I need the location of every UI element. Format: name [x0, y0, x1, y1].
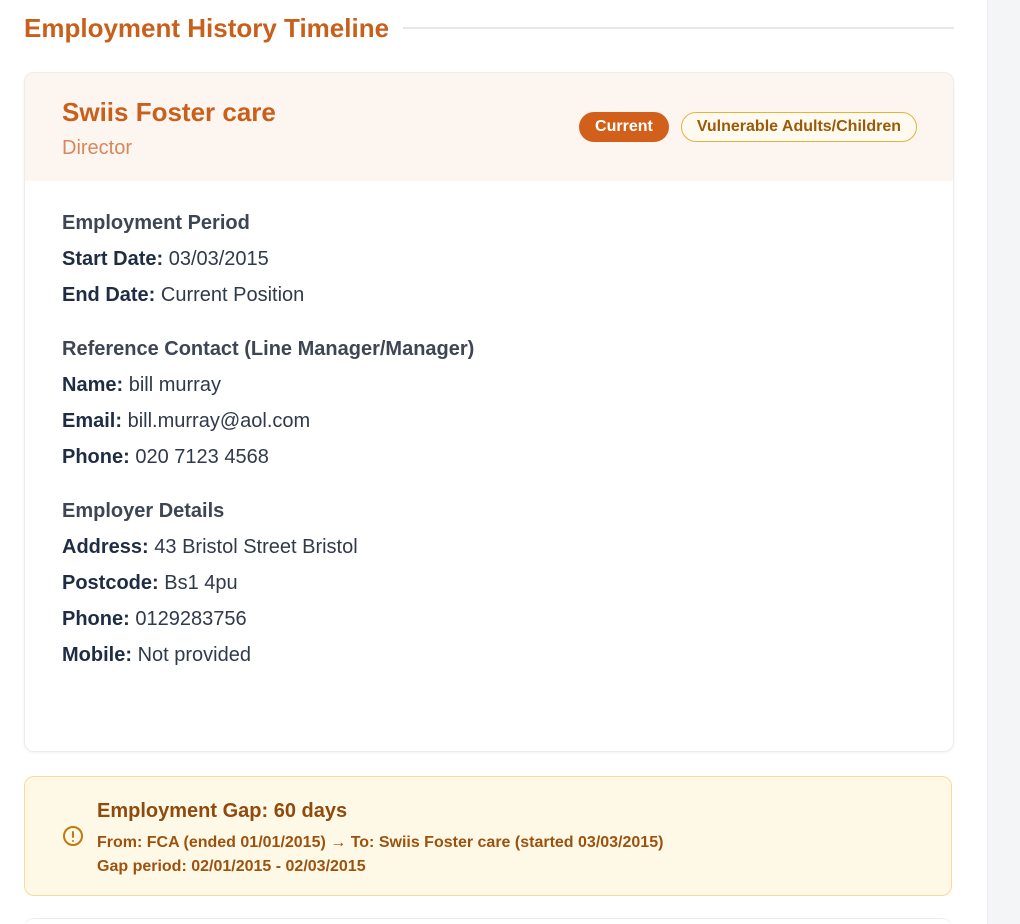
reference-email-value: bill.murray@aol.com — [127, 410, 311, 432]
gap-from-to: From: FCA (ended 01/01/2015) → To: Swiis… — [97, 834, 664, 851]
job-role: Director — [62, 137, 133, 159]
employment-card-header: Swiis Foster care Director Current Vulne… — [25, 73, 953, 181]
right-scroll-rail — [987, 0, 1020, 924]
reference-email-label: Email: — [62, 410, 123, 432]
company-name: Swiis Foster care — [62, 97, 276, 127]
employer-postcode-value: Bs1 4pu — [164, 572, 238, 594]
section-title: Employment History Timeline — [24, 12, 390, 43]
employer-mobile-row: Mobile: Not provided — [62, 643, 916, 667]
employer-details-title: Employer Details — [62, 500, 225, 522]
reference-phone-label: Phone: — [62, 446, 130, 468]
reference-contact-section: Reference Contact (Line Manager/Manager)… — [62, 337, 916, 469]
employer-address-row: Address: 43 Bristol Street Bristol — [62, 535, 916, 559]
reference-phone-row: Phone: 020 7123 4568 — [62, 445, 916, 469]
start-date-value: 03/03/2015 — [168, 248, 269, 270]
employer-mobile-label: Mobile: — [62, 644, 132, 666]
start-date-row: Start Date: 03/03/2015 — [62, 247, 916, 271]
alert-circle-icon — [63, 826, 83, 846]
employer-details-section: Employer Details Address: 43 Bristol Str… — [62, 499, 916, 667]
employment-card-body: Employment Period Start Date: 03/03/2015… — [25, 181, 953, 667]
end-date-label: End Date: — [62, 284, 156, 306]
end-date-value: Current Position — [160, 284, 305, 306]
gap-title: Employment Gap: 60 days — [97, 800, 348, 822]
gap-period: Gap period: 02/01/2015 - 02/03/2015 — [97, 858, 366, 875]
vulnerable-badge: Vulnerable Adults/Children — [680, 112, 917, 142]
reference-email-row: Email: bill.murray@aol.com — [62, 409, 916, 433]
reference-name-value: bill murray — [128, 374, 221, 396]
badge-group: Current Vulnerable Adults/Children — [579, 112, 917, 142]
employer-mobile-value: Not provided — [137, 644, 251, 666]
employer-phone-label: Phone: — [62, 608, 130, 630]
reference-contact-title: Reference Contact (Line Manager/Manager) — [62, 338, 475, 360]
section-header: Employment History Timeline — [24, 10, 954, 46]
employer-phone-value: 0129283756 — [135, 608, 247, 630]
employer-address-label: Address: — [62, 536, 149, 558]
next-employment-card — [24, 918, 952, 924]
employment-card: Swiis Foster care Director Current Vulne… — [24, 72, 954, 752]
end-date-row: End Date: Current Position — [62, 283, 916, 307]
start-date-label: Start Date: — [62, 248, 164, 270]
page: Employment History Timeline Swiis Foster… — [0, 0, 1020, 924]
section-divider — [403, 27, 954, 29]
reference-name-row: Name: bill murray — [62, 373, 916, 397]
employer-phone-row: Phone: 0129283756 — [62, 607, 916, 631]
reference-phone-value: 020 7123 4568 — [135, 446, 269, 468]
current-badge: Current — [579, 112, 669, 142]
employment-period-title: Employment Period — [62, 212, 250, 234]
employer-address-value: 43 Bristol Street Bristol — [154, 536, 358, 558]
employer-postcode-row: Postcode: Bs1 4pu — [62, 571, 916, 595]
employment-gap-alert: Employment Gap: 60 days From: FCA (ended… — [24, 776, 952, 896]
employment-period-section: Employment Period Start Date: 03/03/2015… — [62, 211, 916, 307]
reference-name-label: Name: — [62, 374, 124, 396]
employer-postcode-label: Postcode: — [62, 572, 159, 594]
